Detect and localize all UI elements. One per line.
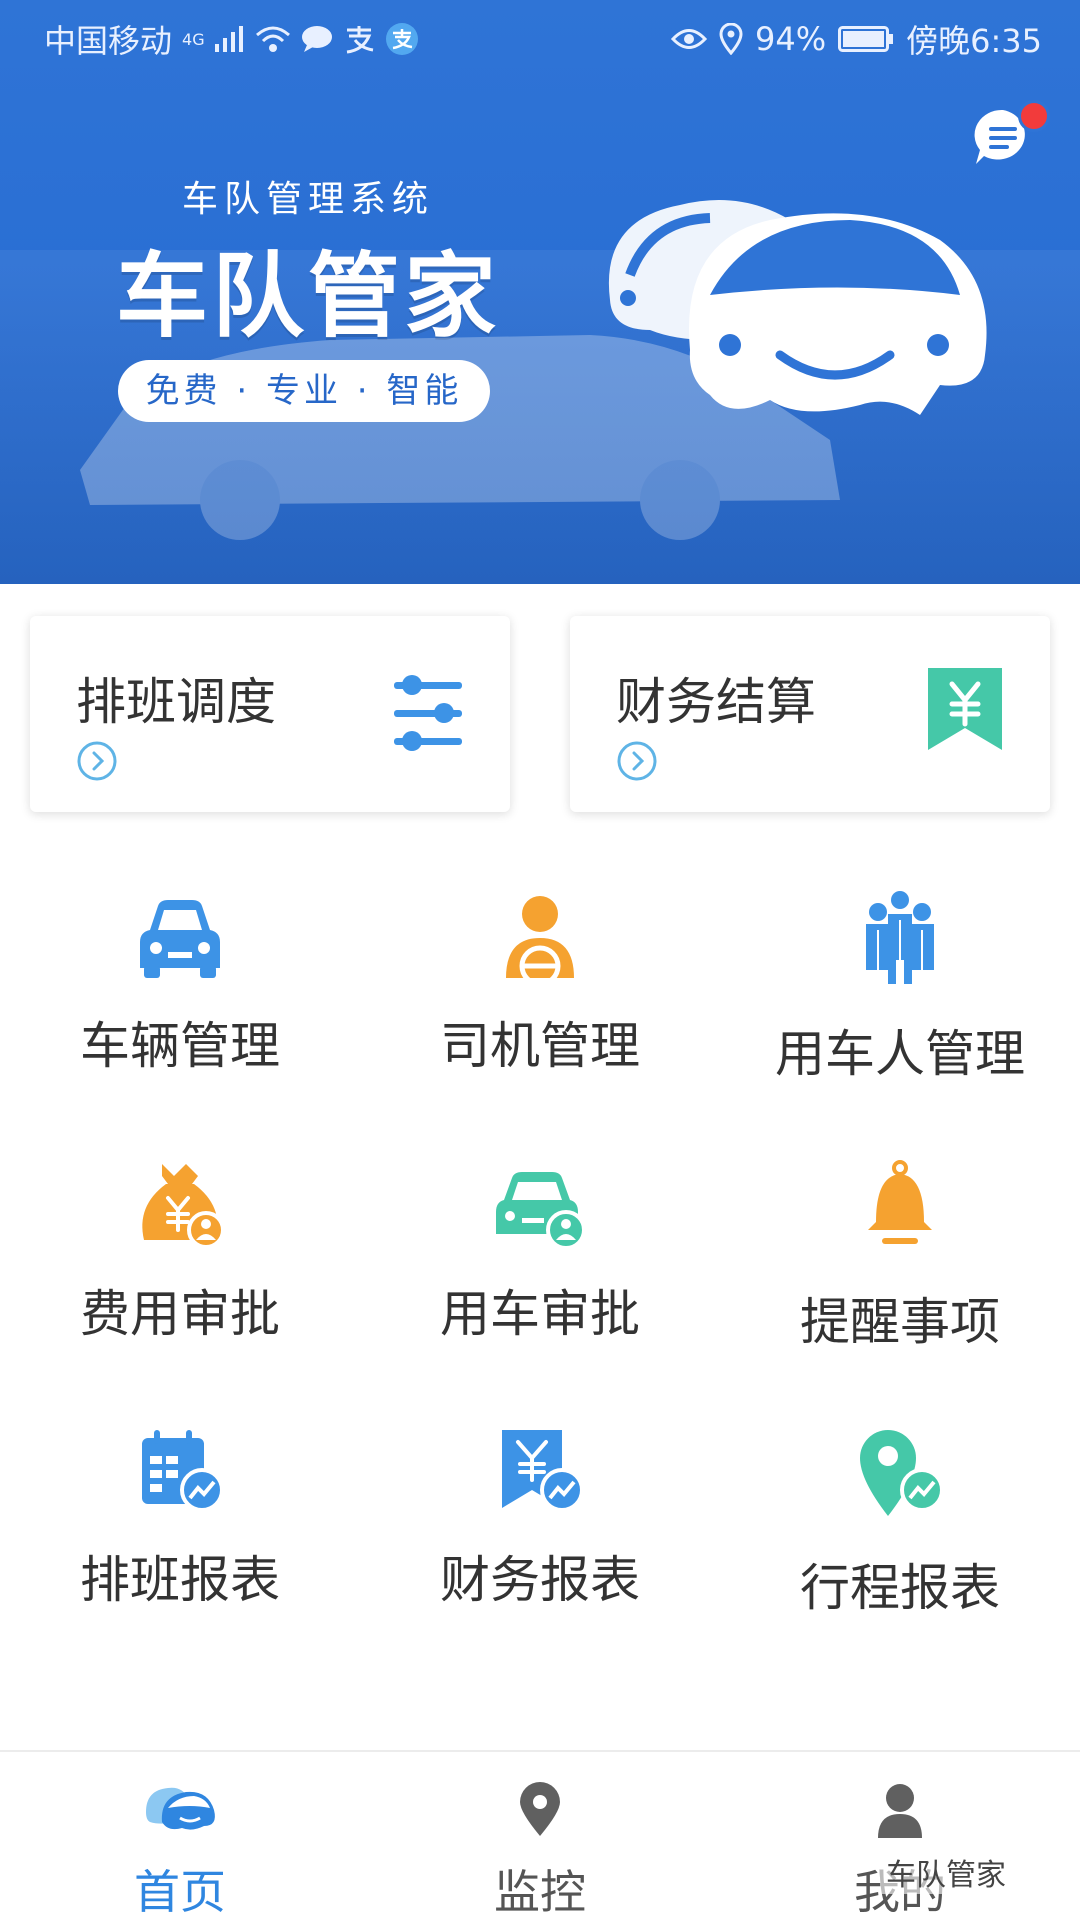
card-title: 排班调度 (76, 673, 276, 731)
grid-label: 提醒事项 (800, 1293, 1000, 1351)
mascot-cars-logo (608, 200, 987, 415)
network-label: 4G (182, 29, 205, 49)
grid-label: 费用审批 (80, 1285, 280, 1343)
grid-label: 用车审批 (440, 1285, 640, 1343)
grid-label: 财务报表 (440, 1551, 640, 1609)
wifi-icon (255, 26, 290, 52)
signal-icon (214, 26, 243, 52)
grid-item-reminders[interactable]: 提醒事项 (720, 1158, 1080, 1408)
tab-label: 监控 (494, 1865, 586, 1919)
grid-item-trip-report[interactable]: 行程报表 (720, 1424, 1080, 1674)
hero-subtitle: 车队管理系统 (182, 179, 435, 220)
card-finance-settlement[interactable]: 财务结算 (570, 616, 1050, 812)
grid-label: 排班报表 (80, 1551, 280, 1609)
bell-icon (868, 1160, 932, 1244)
user-icon (878, 1784, 922, 1838)
sliders-icon (394, 675, 462, 751)
yuan-bookmark-icon (928, 668, 1002, 750)
tab-label: 首页 (134, 1865, 226, 1919)
people-icon (866, 891, 934, 984)
map-pin-icon (520, 1782, 560, 1836)
grid-item-driver-management[interactable]: 司机管理 (360, 890, 720, 1140)
finance-chart-icon (502, 1430, 584, 1512)
location-icon (719, 23, 743, 55)
money-bag-icon (142, 1164, 225, 1249)
status-bar: 中国移动 4G 94% 傍晚6:35 (0, 0, 1080, 76)
battery-percent: 94% (755, 20, 827, 58)
grid-item-finance-report[interactable]: 财务报表 (360, 1424, 720, 1674)
grid-item-vehicle-request-approval[interactable]: 用车审批 (360, 1158, 720, 1408)
chat-icon (301, 26, 332, 52)
grid-label: 司机管理 (440, 1017, 640, 1075)
grid-item-passenger-management[interactable]: 用车人管理 (720, 890, 1080, 1140)
tab-monitor[interactable]: 监控 (360, 1752, 720, 1922)
grid-item-expense-approval[interactable]: 费用审批 (0, 1158, 360, 1408)
clock-text: 傍晚6:35 (906, 22, 1042, 60)
alipay-icon (346, 26, 373, 54)
grid-item-schedule-report[interactable]: 排班报表 (0, 1424, 360, 1674)
car-user-icon (496, 1172, 586, 1250)
tab-mine[interactable]: 我的 (720, 1752, 1080, 1922)
alipay-app-icon (385, 23, 418, 55)
hero-title: 车队管家 (116, 243, 501, 350)
chevron-right-circle-icon[interactable] (616, 740, 658, 782)
hero-tagline: 免费 · 专业 · 智能 (118, 360, 490, 422)
watermark: 车队管家 (880, 1850, 1012, 1894)
battery-icon (838, 26, 894, 52)
car-icon (140, 900, 220, 978)
card-schedule-dispatch[interactable]: 排班调度 (30, 616, 510, 812)
grid-label: 行程报表 (800, 1559, 1000, 1617)
driver-icon (506, 896, 574, 986)
chevron-right-circle-icon[interactable] (76, 740, 118, 782)
tab-home[interactable]: 首页 (0, 1752, 360, 1922)
grid-label: 车辆管理 (80, 1017, 280, 1075)
eye-icon (671, 29, 707, 49)
home-car-icon (146, 1787, 215, 1830)
unread-badge (1018, 100, 1050, 132)
hero-banner: 中国移动 4G 94% 傍晚6:35 车队管理系统 车队管家 免费 · 专业 ·… (0, 0, 1080, 584)
trip-chart-icon (860, 1430, 944, 1516)
carrier-text: 中国移动 (44, 22, 173, 60)
grid-item-vehicle-management[interactable]: 车辆管理 (0, 890, 360, 1140)
schedule-chart-icon (142, 1430, 224, 1512)
grid-label: 用车人管理 (775, 1025, 1025, 1083)
card-title: 财务结算 (616, 673, 816, 731)
bottom-tab-bar: 首页 监控 我的 (0, 1750, 1080, 1922)
